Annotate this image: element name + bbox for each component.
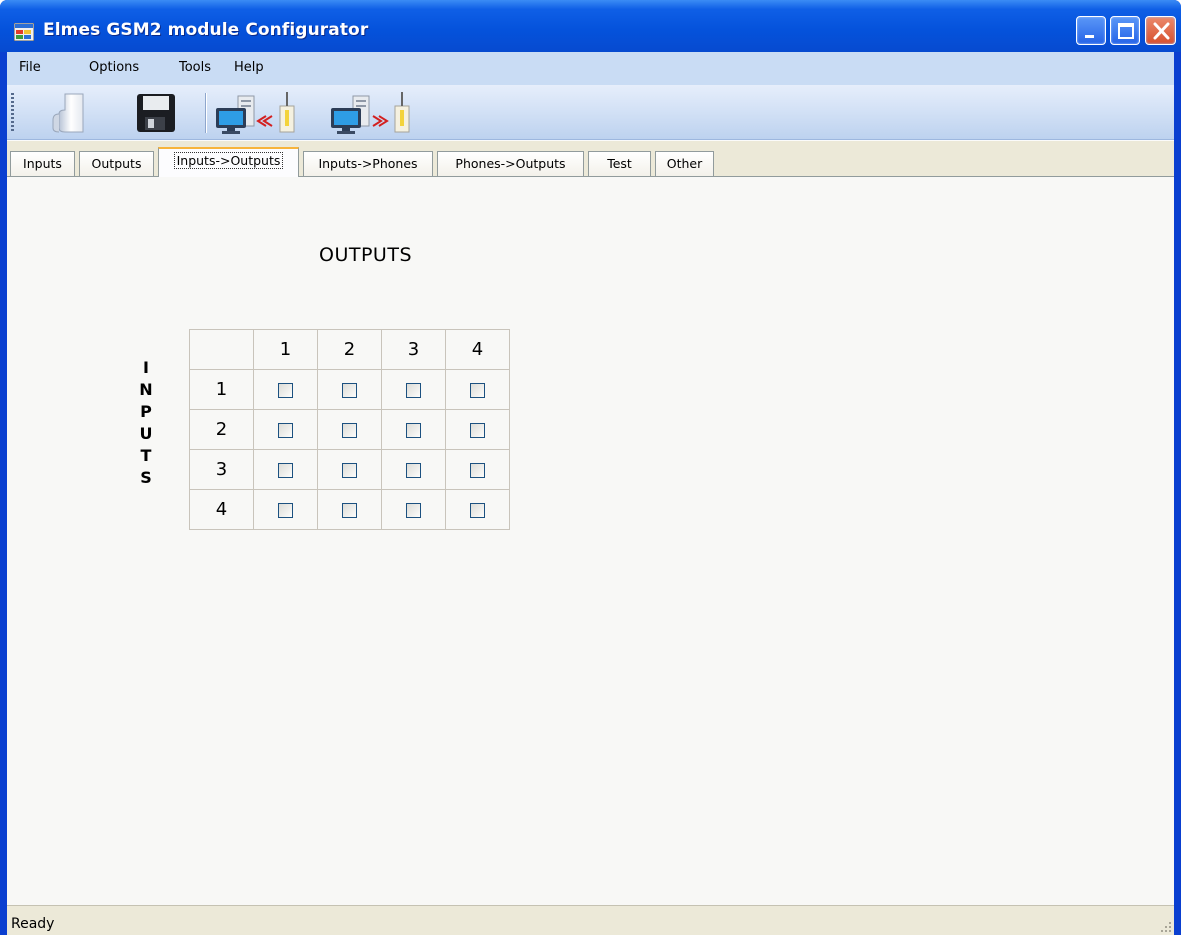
window-title: Elmes GSM2 module Configurator [43,20,369,40]
mapping-checkbox[interactable] [278,423,293,438]
minimize-button[interactable] [1076,16,1106,45]
tab-label: Phones->Outputs [455,156,566,171]
app-window: Elmes GSM2 module Configurator File Opti… [0,0,1181,935]
menu-bar: File Options Tools Help [7,52,1174,85]
output-header: 4 [445,329,510,370]
matrix-cell [317,369,382,410]
matrix-corner-cell [189,329,254,370]
input-header: 3 [189,449,254,490]
matrix-cell [381,369,446,410]
mapping-checkbox[interactable] [342,503,357,518]
matrix-cell [317,409,382,450]
mapping-checkbox[interactable] [342,423,357,438]
mapping-checkbox[interactable] [406,423,421,438]
title-bar[interactable]: Elmes GSM2 module Configurator [0,0,1181,52]
input-header: 1 [189,369,254,410]
outputs-caption: OUTPUTS [319,244,412,266]
toolbar [7,85,1174,140]
mapping-checkbox[interactable] [278,463,293,478]
tab-other[interactable]: Other [655,151,714,176]
output-header: 2 [317,329,382,370]
menu-options[interactable]: Options [89,60,139,75]
status-bar: Ready [7,905,1174,935]
output-header: 1 [253,329,318,370]
inputs-caption: I N P U T S [135,357,157,489]
minimize-icon [1085,35,1094,38]
matrix-row: 3 [189,449,510,490]
tab-strip: Inputs Outputs Inputs->Outputs Inputs->P… [7,141,1174,177]
maximize-icon [1118,23,1134,39]
menu-file[interactable]: File [19,60,41,75]
tab-phones-outputs[interactable]: Phones->Outputs [437,151,584,176]
mapping-checkbox[interactable] [342,383,357,398]
tab-inputs-phones[interactable]: Inputs->Phones [303,151,433,176]
tab-test[interactable]: Test [588,151,651,176]
matrix-row: 2 [189,409,510,450]
toolbar-separator [205,93,207,133]
matrix-cell [381,409,446,450]
inputs-caption-letter: P [140,402,152,421]
mapping-checkbox[interactable] [278,503,293,518]
inputs-caption-letter: N [139,380,153,399]
tab-outputs[interactable]: Outputs [79,151,154,176]
matrix-cell [445,489,510,530]
inputs-caption-letter: T [140,446,152,465]
inputs-caption-letter: S [140,468,152,487]
matrix-cell [445,449,510,490]
tab-label: Inputs->Phones [318,156,418,171]
mapping-checkbox[interactable] [470,463,485,478]
close-icon [1153,22,1170,40]
matrix-cell [381,449,446,490]
tab-label: Test [607,156,632,171]
input-output-matrix: 1 2 3 4 1 2 3 4 [189,329,510,530]
mapping-checkbox[interactable] [406,383,421,398]
matrix-cell [317,449,382,490]
status-text: Ready [11,916,55,932]
mapping-checkbox[interactable] [278,383,293,398]
resize-grip-icon[interactable] [1160,921,1172,933]
matrix-header-row: 1 2 3 4 [189,329,510,370]
matrix-cell [317,489,382,530]
input-header: 4 [189,489,254,530]
write-to-device-icon[interactable] [329,90,419,136]
inputs-caption-letter: U [139,424,153,443]
read-from-device-icon[interactable] [214,90,304,136]
maximize-button[interactable] [1110,16,1140,45]
matrix-cell [253,449,318,490]
output-header: 3 [381,329,446,370]
mapping-checkbox[interactable] [406,463,421,478]
save-icon[interactable] [133,90,179,136]
mapping-checkbox[interactable] [470,503,485,518]
app-icon [14,23,34,41]
inputs-caption-letter: I [143,358,149,377]
matrix-cell [253,409,318,450]
menu-help[interactable]: Help [234,60,264,75]
open-icon[interactable] [43,90,101,136]
toolbar-grip[interactable] [11,93,14,133]
matrix-cell [381,489,446,530]
tab-page-inputs-outputs: OUTPUTS I N P U T S 1 2 3 4 1 2 3 4 [7,177,1174,906]
matrix-row: 1 [189,369,510,410]
tab-inputs-outputs[interactable]: Inputs->Outputs [158,147,299,177]
close-button[interactable] [1145,16,1176,45]
tab-inputs[interactable]: Inputs [10,151,75,176]
tab-label: Inputs->Outputs [173,152,284,169]
mapping-checkbox[interactable] [470,423,485,438]
input-header: 2 [189,409,254,450]
mapping-checkbox[interactable] [470,383,485,398]
client-area: File Options Tools Help Inputs Outputs I… [7,52,1174,935]
matrix-row: 4 [189,489,510,530]
matrix-cell [253,489,318,530]
tab-label: Inputs [23,156,62,171]
matrix-cell [253,369,318,410]
mapping-checkbox[interactable] [406,503,421,518]
tab-label: Outputs [91,156,142,171]
tab-label: Other [666,156,703,171]
menu-tools[interactable]: Tools [179,60,211,75]
matrix-cell [445,369,510,410]
matrix-cell [445,409,510,450]
mapping-checkbox[interactable] [342,463,357,478]
